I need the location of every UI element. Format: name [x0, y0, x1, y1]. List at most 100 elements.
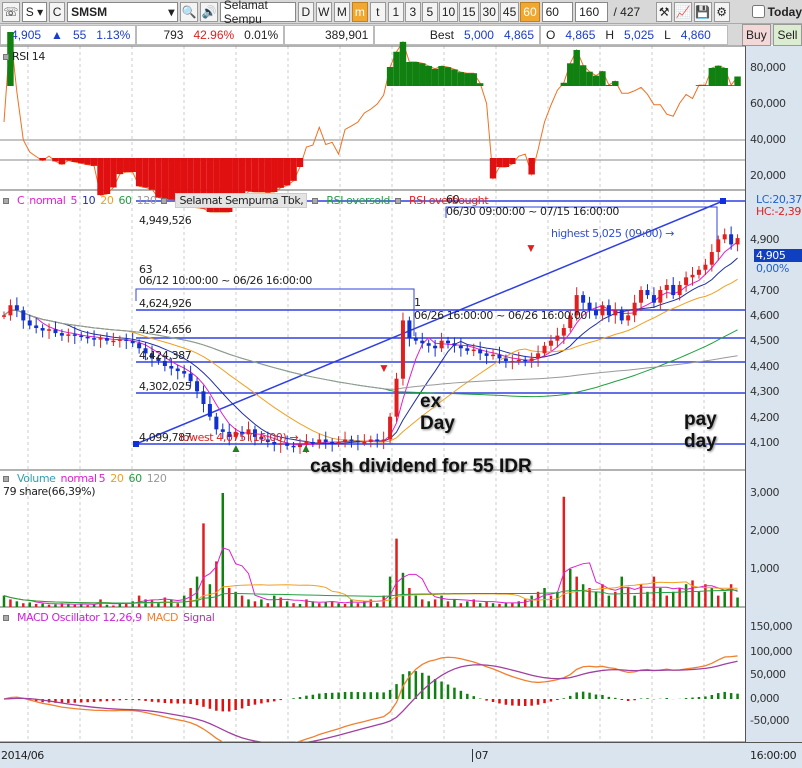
candle [362, 442, 367, 444]
legend-oversold: RSI oversold [326, 194, 391, 207]
candle [92, 338, 97, 340]
candle [355, 440, 360, 443]
rsi-tick: 80,000 [750, 61, 786, 74]
price-tick: 4,500 [750, 334, 780, 347]
signal-line [3, 660, 738, 745]
pay-day-annotation: pay day [684, 409, 717, 453]
candle [388, 416, 393, 440]
candle [368, 439, 373, 442]
macd-title: MACD Oscillator 12,26,9 [17, 611, 142, 624]
candle [548, 340, 553, 346]
candle [658, 290, 663, 303]
candle [735, 238, 740, 245]
macd-legend: MACD Oscillator 12,26,9 MACD Signal [3, 611, 215, 624]
x-label-mid: 07 [472, 749, 489, 762]
volume-info: 79 share(66,39%) [3, 485, 96, 498]
ma20-line [3, 278, 738, 443]
ma60-line [3, 309, 738, 398]
level-label: 4,302,025 [139, 380, 192, 393]
candle [336, 442, 341, 444]
candle [201, 391, 206, 405]
candle [130, 340, 135, 344]
level-label: 4,949,526 [139, 214, 192, 227]
candle [581, 295, 586, 303]
pay-text: pay [684, 409, 717, 430]
range2-count: 1 [414, 296, 421, 309]
candle [98, 338, 103, 340]
candle [639, 290, 644, 303]
candle [175, 368, 180, 372]
candle [536, 353, 541, 359]
macd-tick: 0,000 [750, 692, 780, 705]
price-legend: C normal 5 10 20 60 120 Selamat Sempurna… [3, 193, 489, 208]
candle [555, 335, 560, 341]
lowest-label: lowest 4,075 (16:00) → [180, 431, 299, 444]
candle [291, 445, 296, 448]
candle [72, 334, 77, 336]
rsi-tick: 60,000 [750, 97, 786, 110]
candle [413, 338, 418, 341]
candle [523, 359, 528, 362]
candle [594, 310, 598, 316]
legend-box-icon [312, 197, 319, 204]
legend-ma20: 20 [100, 194, 114, 207]
candle [182, 371, 187, 374]
highest-label: highest 5,025 (09:00) → [551, 227, 675, 240]
candle [66, 334, 71, 336]
x-label-time: 16:00:00 [750, 749, 797, 762]
legend-box-icon [3, 197, 9, 204]
candle [439, 340, 444, 349]
ex-text: ex [420, 391, 442, 412]
candle [632, 302, 637, 316]
level-label: 4,524,656 [139, 323, 192, 336]
day-text: Day [420, 413, 455, 434]
ex-day-annotation: ex Day [420, 391, 455, 435]
candle [124, 339, 129, 341]
macd-tick: -50,000 [750, 714, 789, 727]
range3-text: 06/30 09:00:00 ~ 07/15 16:00:00 [446, 205, 620, 218]
payday-text: day [684, 431, 717, 452]
candle [40, 328, 45, 331]
legend-ma120: 120 [136, 194, 157, 207]
range2-text: 06/26 16:00:00 ~ 06/26 16:00:00 [414, 309, 588, 322]
candle [471, 349, 476, 352]
legend-ma10: 10 [82, 194, 96, 207]
volume-ma120: 120 [146, 472, 167, 485]
x-label-start: 2014/06 [1, 749, 44, 762]
candle [420, 340, 425, 344]
candle [478, 349, 483, 354]
legend-box-icon [3, 54, 9, 60]
candle [600, 305, 605, 316]
candle [330, 442, 335, 444]
legend-box-icon [395, 197, 402, 204]
ma5-line [3, 241, 738, 446]
level-label: 4,624,926 [139, 297, 192, 310]
volume-ma20: 20 [110, 472, 124, 485]
candle [619, 310, 624, 321]
candle [446, 340, 450, 344]
price-tick: 4,300 [750, 385, 780, 398]
candle [117, 339, 122, 341]
candle [645, 290, 650, 296]
candle [696, 269, 701, 275]
volume-ma60: 60 [128, 472, 142, 485]
candle [323, 439, 328, 442]
candle [2, 315, 6, 317]
sell-arrow-icon: ▼ [378, 361, 390, 375]
signal-label: Signal [183, 611, 215, 624]
candle [510, 360, 515, 363]
candle [606, 305, 611, 316]
chart-canvas[interactable]: ▲▲▼▼▼ [0, 0, 802, 768]
ma10-line [3, 257, 738, 445]
legend-company[interactable]: Selamat Sempurna Tbk, [175, 193, 308, 208]
candle [684, 277, 689, 285]
candle [497, 354, 502, 359]
macd-tick: 50,000 [750, 668, 786, 681]
rsi-title: RSI 14 [3, 50, 45, 63]
volume-ma5: 5 [98, 472, 106, 485]
candle [671, 284, 676, 296]
candle [317, 439, 322, 444]
candle [207, 404, 212, 417]
candle [59, 333, 64, 336]
candle [47, 329, 52, 331]
